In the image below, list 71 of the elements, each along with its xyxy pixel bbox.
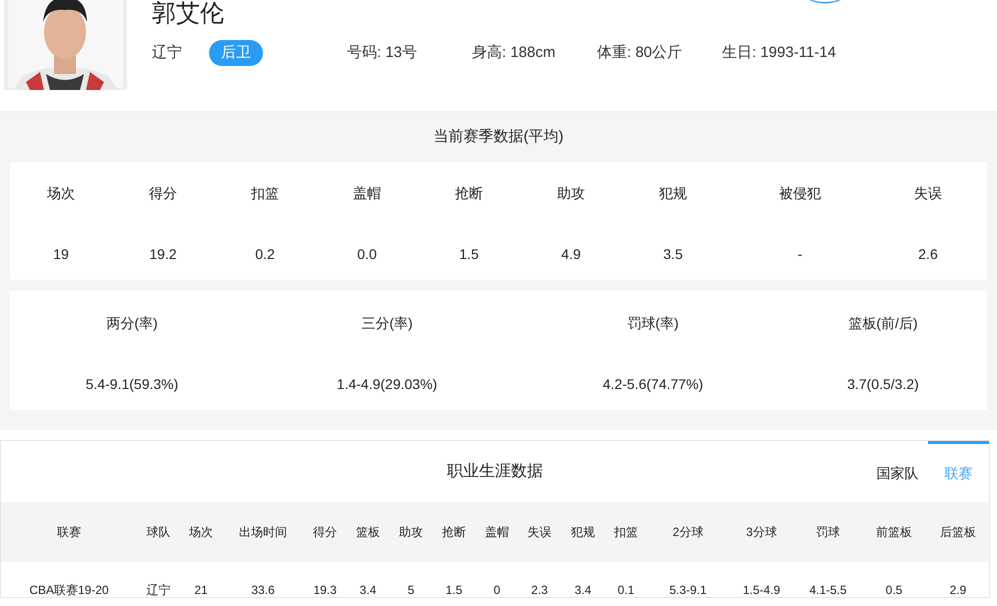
column-header: 盖帽 xyxy=(484,524,510,541)
table-cell-text: 21 xyxy=(193,583,209,597)
table-cell-text: 2.9 xyxy=(948,583,968,597)
stat-label: 失误 xyxy=(914,184,942,203)
table-cell-text: 0.5 xyxy=(884,583,904,597)
stat-label: 场次 xyxy=(47,184,75,203)
round-icon xyxy=(808,0,842,4)
stat-label: 扣篮 xyxy=(251,184,279,203)
column-header: 罚球 xyxy=(815,524,841,541)
column-header: 3分球 xyxy=(745,524,778,541)
stat-label: 犯规 xyxy=(659,184,687,203)
column-header: 2分球 xyxy=(672,524,704,541)
stat-value: 1.4-4.9(29.03%) xyxy=(336,375,438,394)
section-title: 当前赛季数据(平均) xyxy=(432,127,564,147)
table-cell-text: CBA联赛19-20 xyxy=(28,583,110,597)
stat-value: 4.9 xyxy=(561,245,581,264)
tab[interactable]: 国家队 xyxy=(867,441,928,502)
stat-value: - xyxy=(798,245,802,264)
table-cell-text: 0 xyxy=(492,583,502,597)
stat-value: 3.5 xyxy=(663,245,683,264)
table-cell-text: 5.3-9.1 xyxy=(668,583,708,597)
table-cell-text: 辽宁 xyxy=(146,583,172,597)
table-cell-text: 1.5 xyxy=(444,583,464,597)
column-header: 助攻 xyxy=(398,524,424,541)
table-cell-text: 3.4 xyxy=(574,583,592,597)
player-name: 郭艾伦 xyxy=(152,0,224,28)
column-header: 失误 xyxy=(526,524,552,541)
stat-label: 盖帽 xyxy=(353,184,381,203)
column-header: 场次 xyxy=(188,524,214,541)
stat-value: 0.0 xyxy=(357,245,377,264)
stat-label: 三分(率) xyxy=(361,314,413,333)
stat-label: 抢断 xyxy=(455,184,483,203)
stat-value: 19 xyxy=(53,245,69,264)
stat-label: 两分(率) xyxy=(106,314,158,333)
column-header: 前篮板 xyxy=(875,524,913,541)
player-info: 号码: 13号 xyxy=(347,42,418,63)
team-name: 辽宁 xyxy=(152,42,182,63)
stat-value: 2.6 xyxy=(918,245,938,264)
table-cell-text: 19.3 xyxy=(312,583,338,597)
column-header: 扣篮 xyxy=(613,524,639,541)
player-info: 生日: 1993-11-14 xyxy=(722,42,837,63)
table-cell-text: 0.1 xyxy=(616,583,636,597)
player-info: 体重: 80公斤 xyxy=(597,42,684,63)
stat-label: 被侵犯 xyxy=(779,184,821,203)
column-header: 后篮板 xyxy=(939,524,977,541)
column-header: 篮板 xyxy=(355,524,381,541)
stat-value: 19.2 xyxy=(149,245,177,264)
table-cell-text: 3.4 xyxy=(358,583,378,597)
column-header: 出场时间 xyxy=(238,524,288,541)
column-header: 得分 xyxy=(312,524,338,541)
stat-label: 篮板(前/后) xyxy=(848,314,918,333)
column-header: 球队 xyxy=(146,524,172,541)
column-header: 联赛 xyxy=(56,524,82,541)
stat-value: 0.2 xyxy=(255,245,275,264)
table-cell-text: 1.5-4.9 xyxy=(742,583,782,597)
column-header: 犯规 xyxy=(570,524,596,541)
table-cell-text: 2.3 xyxy=(530,583,549,597)
table-cell-text: 5 xyxy=(406,583,416,597)
stat-value: 3.7(0.5/3.2) xyxy=(847,375,919,394)
stat-value: 5.4-9.1(59.3%) xyxy=(86,375,178,394)
section-title: 职业生涯数据 xyxy=(447,462,543,482)
player-info: 身高: 188cm xyxy=(472,42,556,63)
stat-value: 1.5 xyxy=(459,245,479,264)
stat-label: 助攻 xyxy=(557,184,585,203)
table-cell-text: 4.1-5.5 xyxy=(808,583,848,597)
stat-label: 罚球(率) xyxy=(627,314,679,333)
column-header: 抢断 xyxy=(441,524,467,541)
stat-label: 得分 xyxy=(149,184,177,203)
stat-value: 4.2-5.6(74.77%) xyxy=(602,375,704,394)
position-badge: 后卫 xyxy=(209,40,263,66)
table-cell-text: 33.6 xyxy=(250,583,276,597)
